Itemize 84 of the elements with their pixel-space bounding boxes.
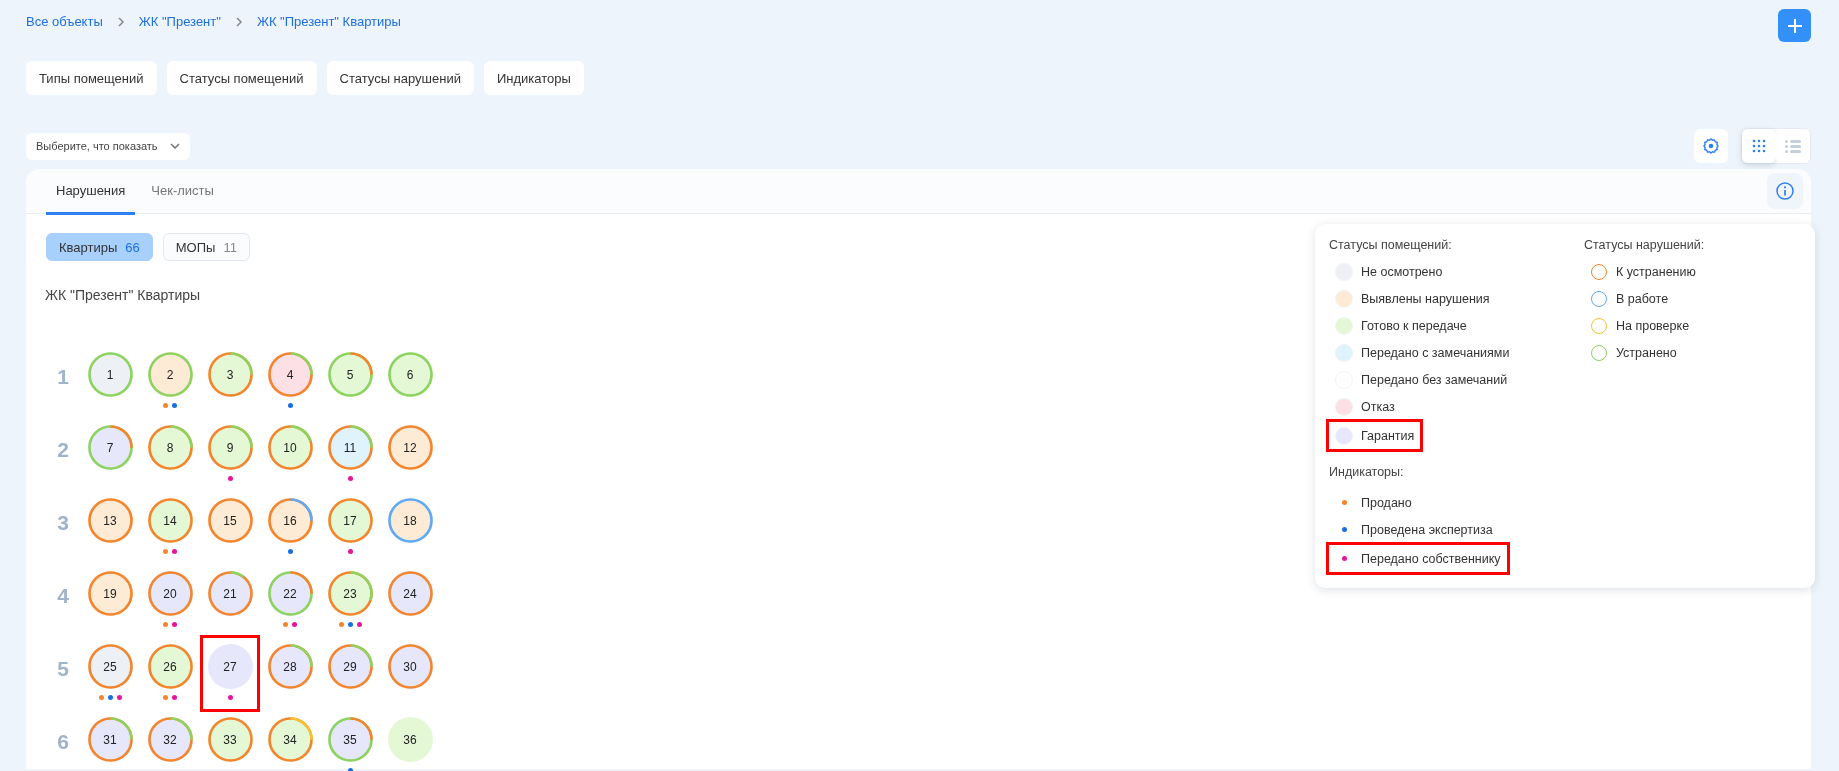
room-button[interactable]: 31 bbox=[87, 717, 133, 762]
display-select[interactable]: Выберите, что показать bbox=[26, 132, 190, 160]
breadcrumb-link[interactable]: ЖК "Презент" bbox=[138, 14, 221, 29]
room-button[interactable]: 14 bbox=[147, 498, 193, 543]
room-button[interactable]: 29 bbox=[327, 644, 373, 689]
room-button[interactable]: 26 bbox=[147, 644, 193, 689]
view-button[interactable] bbox=[1742, 129, 1776, 163]
room-button[interactable]: 25 bbox=[87, 644, 133, 689]
chevron-icon bbox=[116, 16, 125, 27]
legend-label: Передано с замечаниями bbox=[1361, 345, 1510, 360]
floor-number: 3 bbox=[56, 510, 70, 535]
settings-icon bbox=[1703, 138, 1719, 154]
legend-label: К устранению bbox=[1616, 264, 1696, 279]
info-icon bbox=[1776, 182, 1794, 200]
room-button[interactable]: 3 bbox=[207, 352, 253, 397]
room-button[interactable]: 32 bbox=[147, 717, 193, 762]
room-button[interactable]: 7 bbox=[87, 425, 133, 470]
room-button[interactable]: 35 bbox=[327, 717, 373, 762]
room-button[interactable]: 18 bbox=[387, 498, 433, 543]
legend-label: Передано без замечаний bbox=[1361, 372, 1508, 387]
room-button[interactable]: 27 bbox=[207, 644, 253, 689]
add-button[interactable] bbox=[1778, 9, 1811, 42]
legend-label: Устранено bbox=[1616, 345, 1677, 360]
room-button[interactable]: 9 bbox=[207, 425, 253, 470]
room-button[interactable]: 10 bbox=[267, 425, 313, 470]
legend-label: В работе bbox=[1616, 291, 1669, 306]
tab[interactable]: Чек-листы bbox=[141, 169, 224, 215]
room-button[interactable]: 5 bbox=[327, 352, 373, 397]
section-title: ЖК "Презент" Квартиры bbox=[45, 287, 201, 303]
floor-number: 1 bbox=[56, 364, 70, 389]
room-button[interactable]: 36 bbox=[387, 717, 433, 762]
grid-icon bbox=[1752, 139, 1766, 153]
segment-button[interactable]: МОПы 11 bbox=[162, 233, 250, 261]
legend-heading: Индикаторы: bbox=[1329, 465, 1404, 479]
legend-heading: Статусы помещений: bbox=[1329, 238, 1452, 252]
room-button[interactable]: 21 bbox=[207, 571, 253, 616]
room-button[interactable]: 13 bbox=[87, 498, 133, 543]
room-button[interactable]: 33 bbox=[207, 717, 253, 762]
room-button[interactable]: 11 bbox=[327, 425, 373, 470]
room-button[interactable]: 6 bbox=[387, 352, 433, 397]
room-button[interactable]: 28 bbox=[267, 644, 313, 689]
room-button[interactable]: 16 bbox=[267, 498, 313, 543]
floor-number: 6 bbox=[56, 729, 70, 754]
room-button[interactable]: 24 bbox=[387, 571, 433, 616]
settings-button[interactable] bbox=[1694, 129, 1728, 163]
tab[interactable]: Нарушения bbox=[46, 169, 136, 215]
filter-button[interactable]: Индикаторы bbox=[483, 61, 584, 95]
chevron-icon bbox=[234, 16, 243, 27]
room-button[interactable]: 1 bbox=[87, 352, 133, 397]
room-button[interactable]: 15 bbox=[207, 498, 253, 543]
room-button[interactable]: 17 bbox=[327, 498, 373, 543]
segment-button[interactable]: Квартиры 66 bbox=[46, 233, 153, 261]
filter-button[interactable]: Статусы нарушений bbox=[326, 61, 474, 95]
info-button[interactable] bbox=[1767, 173, 1803, 209]
floor-number: 2 bbox=[56, 437, 70, 462]
caret-icon bbox=[169, 143, 180, 149]
floor-number: 5 bbox=[56, 656, 70, 681]
legend-label: На проверке bbox=[1616, 318, 1690, 333]
legend-label: Готово к передаче bbox=[1361, 318, 1467, 333]
filter-button[interactable]: Типы помещений bbox=[26, 61, 157, 95]
legend-label: Не осмотрено bbox=[1361, 264, 1443, 279]
legend-label: Гарантия bbox=[1361, 428, 1415, 443]
floor-number: 4 bbox=[56, 583, 70, 608]
room-button[interactable]: 30 bbox=[387, 644, 433, 689]
legend-label: Проведена экспертиза bbox=[1361, 522, 1493, 537]
plus-icon bbox=[1786, 17, 1803, 34]
legend-heading: Статусы нарушений: bbox=[1584, 238, 1705, 252]
legend-label: Продано bbox=[1361, 495, 1412, 510]
room-button[interactable]: 12 bbox=[387, 425, 433, 470]
room-button[interactable]: 8 bbox=[147, 425, 193, 470]
room-button[interactable]: 2 bbox=[147, 352, 193, 397]
legend-label: Отказ bbox=[1361, 399, 1395, 414]
room-button[interactable]: 23 bbox=[327, 571, 373, 616]
legend-label: Передано собственнику bbox=[1361, 551, 1501, 566]
room-button[interactable]: 4 bbox=[267, 352, 313, 397]
room-button[interactable]: 19 bbox=[87, 571, 133, 616]
list-icon bbox=[1785, 139, 1801, 153]
breadcrumb-link[interactable]: Все объекты bbox=[26, 14, 103, 29]
room-button[interactable]: 20 bbox=[147, 571, 193, 616]
filter-button[interactable]: Статусы помещений bbox=[166, 61, 317, 95]
room-button[interactable]: 34 bbox=[267, 717, 313, 762]
room-button[interactable]: 22 bbox=[267, 571, 313, 616]
legend-label: Выявлены нарушения bbox=[1361, 291, 1490, 306]
breadcrumb-link[interactable]: ЖК "Презент" Квартиры bbox=[256, 14, 401, 29]
